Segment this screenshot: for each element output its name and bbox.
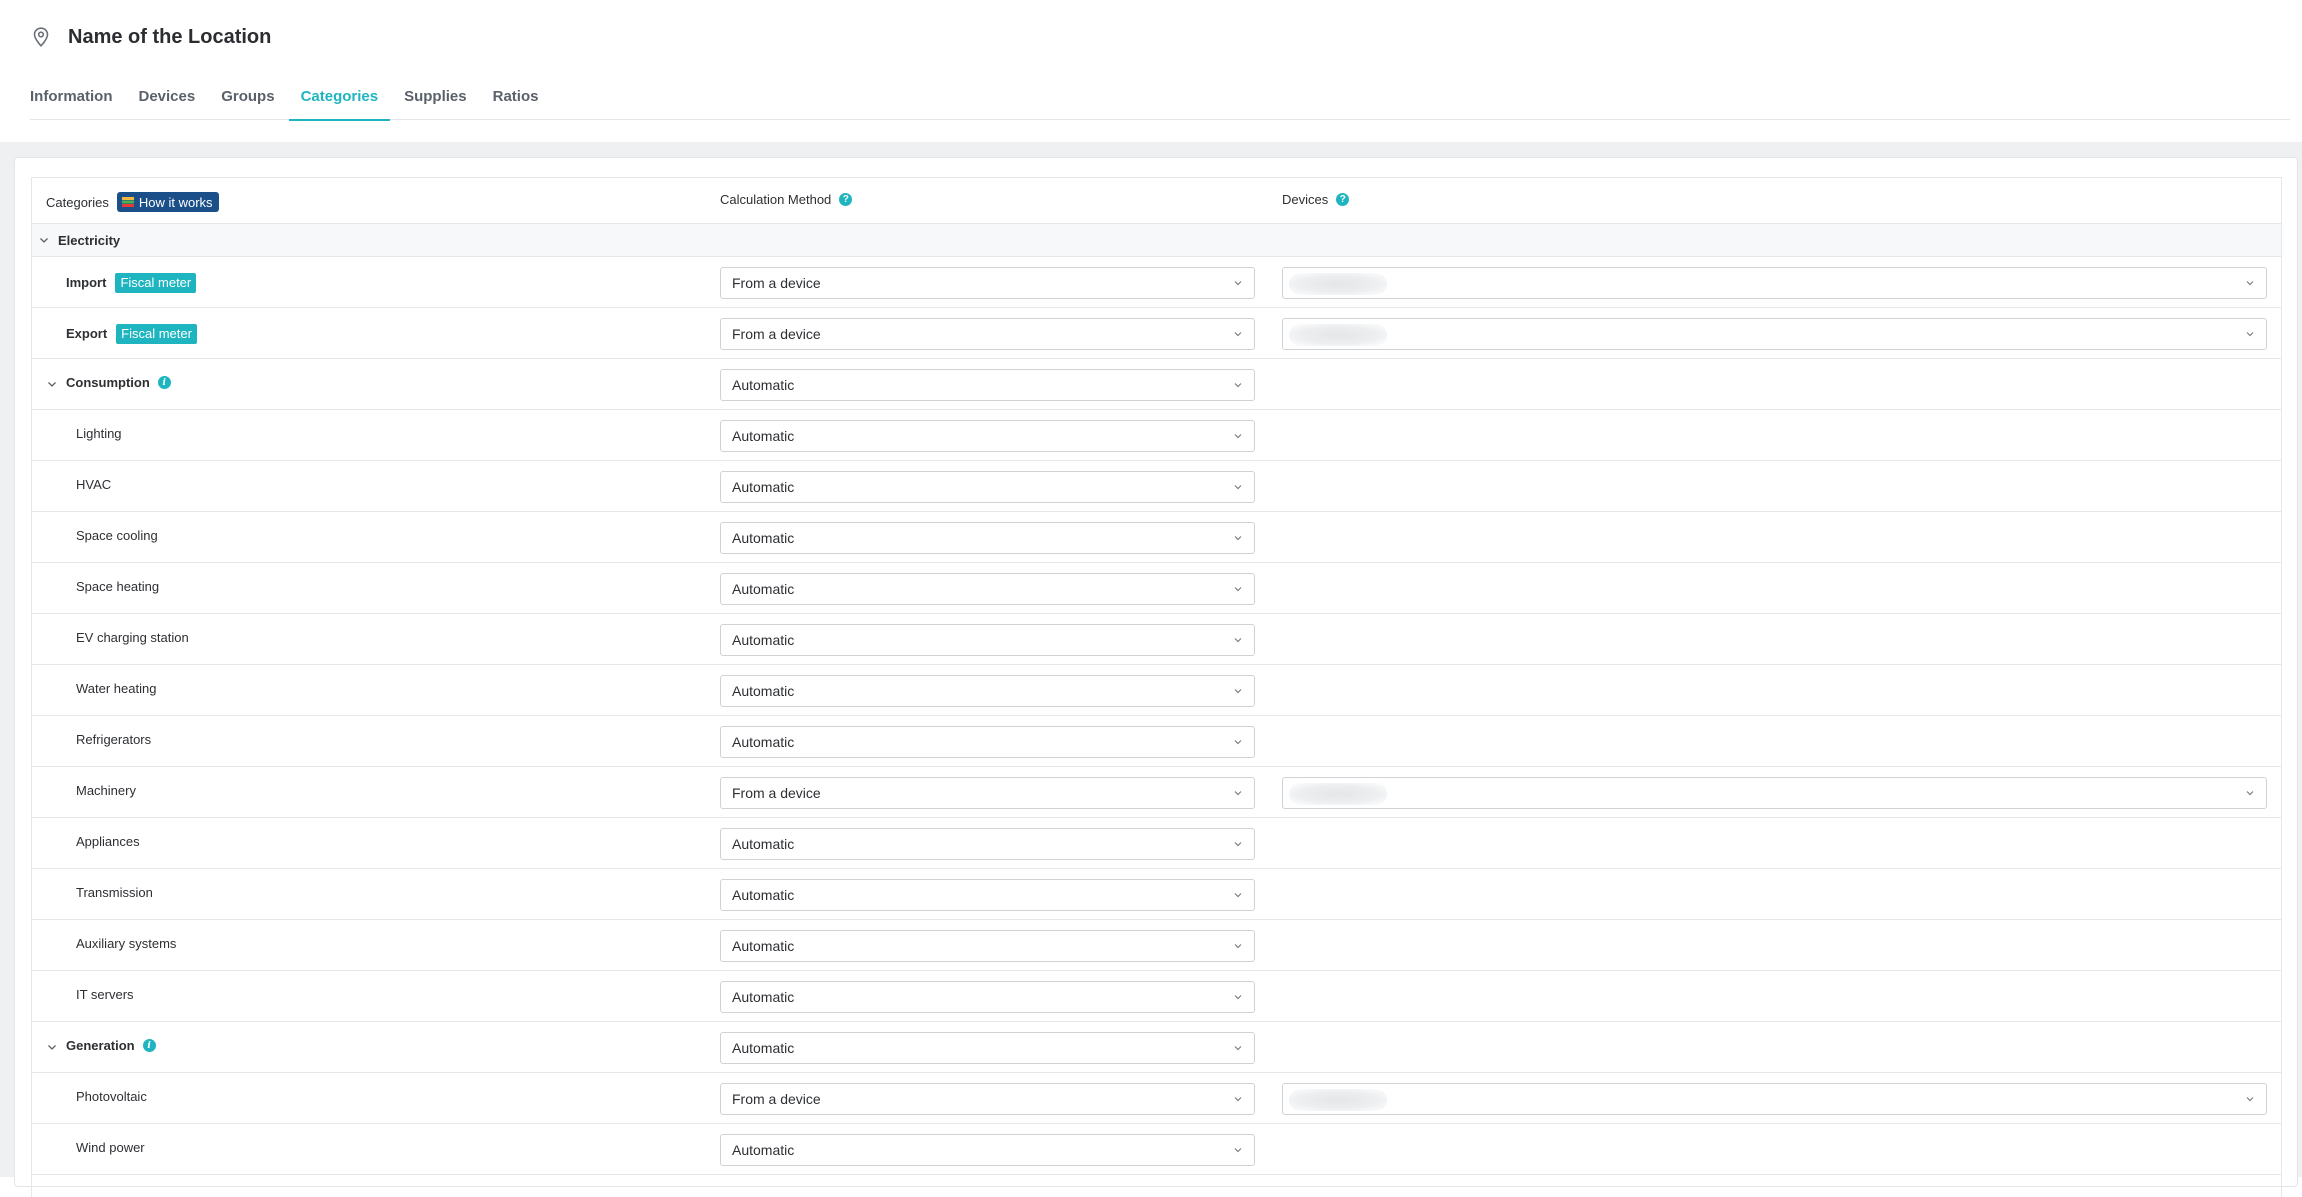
calculation-method-select[interactable]: Automatic (720, 879, 1255, 911)
header-calculation-method: Calculation Method ? (720, 192, 853, 207)
chevron-down-icon (1232, 838, 1244, 850)
calculation-method-select[interactable]: Automatic (720, 828, 1255, 860)
calculation-method-select[interactable]: Automatic (720, 369, 1255, 401)
chevron-down-icon (1232, 1093, 1244, 1105)
chevron-down-icon (1232, 889, 1244, 901)
device-select[interactable] (1282, 318, 2267, 350)
chevron-down-icon[interactable] (46, 378, 58, 390)
how-it-works-button[interactable]: How it works (116, 192, 219, 212)
table-row: IT servers Automatic (32, 971, 2281, 1022)
table-row: Wind power Automatic (32, 1124, 2281, 1175)
calculation-method-select[interactable]: Automatic (720, 624, 1255, 656)
chevron-down-icon[interactable] (46, 1041, 58, 1053)
page-title: Name of the Location (68, 25, 272, 48)
chevron-down-icon (2244, 1093, 2256, 1105)
table-row: Lighting Automatic (32, 410, 2281, 461)
chevron-down-icon (1232, 736, 1244, 748)
chevron-down-icon (1232, 532, 1244, 544)
table-header: Categories How it works Calculation Meth… (32, 178, 2281, 224)
table-row: Generation i Automatic (32, 1022, 2281, 1073)
calculation-method-select[interactable]: Automatic (720, 1032, 1255, 1064)
table-row: HVAC Automatic (32, 461, 2281, 512)
table-row: Space cooling Automatic (32, 512, 2281, 563)
chevron-down-icon (1232, 379, 1244, 391)
chevron-down-icon (1232, 430, 1244, 442)
calculation-method-select[interactable]: Automatic (720, 573, 1255, 605)
table-row: Appliances Automatic (32, 818, 2281, 869)
device-value-redacted (1289, 783, 1387, 805)
device-select[interactable] (1282, 1083, 2267, 1115)
section-label: Electricity (58, 232, 121, 248)
calculation-method-select[interactable]: Automatic (720, 981, 1255, 1013)
fiscal-meter-badge: Fiscal meter (115, 272, 197, 293)
question-icon[interactable]: ? (839, 193, 853, 206)
calculation-method-select[interactable]: From a device (720, 267, 1255, 299)
chevron-down-icon (1232, 1144, 1244, 1156)
book-icon (121, 195, 135, 209)
tab-ratios[interactable]: Ratios (493, 82, 539, 120)
chevron-down-icon (1232, 634, 1244, 646)
table-row: Consumption i Automatic (32, 359, 2281, 410)
chevron-down-icon (1232, 787, 1244, 799)
section-electricity[interactable]: Electricity (32, 224, 2281, 257)
table-row: Machinery From a device (32, 767, 2281, 818)
question-icon[interactable]: ? (1336, 193, 1350, 206)
info-icon[interactable]: i (142, 1039, 156, 1052)
categories-card: Categories How it works Calculation Meth… (14, 157, 2298, 1197)
chevron-down-icon (1232, 328, 1244, 340)
chevron-down-icon (1232, 940, 1244, 952)
chevron-down-icon (2244, 787, 2256, 799)
info-icon[interactable]: i (157, 376, 171, 389)
calculation-method-select[interactable]: Automatic (720, 471, 1255, 503)
table-row: Space heating Automatic (32, 563, 2281, 614)
chevron-down-icon (1232, 991, 1244, 1003)
categories-table: Categories How it works Calculation Meth… (31, 177, 2282, 1197)
chevron-down-icon[interactable] (38, 234, 50, 246)
chevron-down-icon (1232, 481, 1244, 493)
header-categories: Categories How it works (46, 192, 219, 212)
device-value-redacted (1289, 273, 1387, 295)
table-row: Water heating Automatic (32, 665, 2281, 716)
chevron-down-icon (1232, 583, 1244, 595)
chevron-down-icon (1232, 685, 1244, 697)
chevron-down-icon (1232, 1042, 1244, 1054)
tab-information[interactable]: Information (30, 82, 113, 120)
table-row: Auxiliary systems Automatic (32, 920, 2281, 971)
device-value-redacted (1289, 324, 1387, 346)
calculation-method-select[interactable]: Automatic (720, 420, 1255, 452)
table-row: Export Fiscal meter From a device (32, 308, 2281, 359)
fiscal-meter-badge: Fiscal meter (116, 323, 197, 344)
tab-groups[interactable]: Groups (221, 82, 274, 120)
chevron-down-icon (1232, 277, 1244, 289)
calculation-method-select[interactable]: Automatic (720, 1134, 1255, 1166)
calculation-method-select[interactable]: Automatic (720, 522, 1255, 554)
calculation-method-select[interactable]: Automatic (720, 726, 1255, 758)
header-devices: Devices ? (1282, 192, 1350, 207)
table-row: EV charging station Automatic (32, 614, 2281, 665)
tab-categories[interactable]: Categories (288, 82, 391, 121)
calculation-method-select[interactable]: Automatic (720, 930, 1255, 962)
table-row: Photovoltaic From a device (32, 1073, 2281, 1124)
chevron-down-icon (2244, 328, 2256, 340)
calculation-method-select[interactable]: From a device (720, 318, 1255, 350)
map-pin-icon (30, 24, 52, 50)
tab-devices[interactable]: Devices (139, 82, 196, 120)
table-row: Transmission Automatic (32, 869, 2281, 920)
tab-bar: Information Devices Groups Categories Su… (30, 82, 2290, 121)
device-value-redacted (1289, 1089, 1387, 1111)
device-select[interactable] (1282, 777, 2267, 809)
table-row: Refrigerators Automatic (32, 716, 2281, 767)
table-row: Import Fiscal meter From a device (32, 257, 2281, 308)
calculation-method-select[interactable]: From a device (720, 777, 1255, 809)
device-select[interactable] (1282, 267, 2267, 299)
calculation-method-select[interactable]: From a device (720, 1083, 1255, 1115)
calculation-method-select[interactable]: Automatic (720, 675, 1255, 707)
tab-supplies[interactable]: Supplies (404, 82, 467, 120)
title-row: Name of the Location (30, 24, 271, 50)
chevron-down-icon (2244, 277, 2256, 289)
page-header: Name of the Location Information Devices… (0, 0, 2302, 142)
